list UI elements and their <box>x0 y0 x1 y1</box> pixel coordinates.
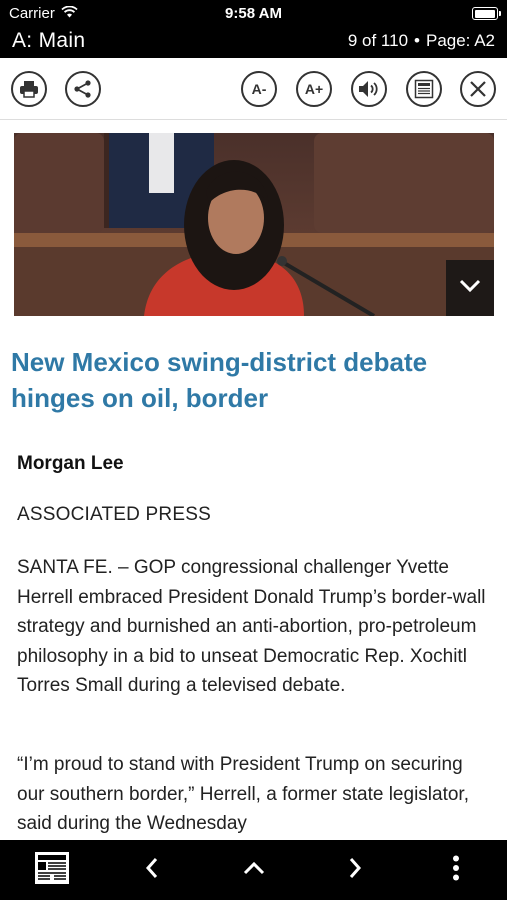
share-icon <box>73 79 93 99</box>
article-paragraph: “I’m proud to stand with President Trump… <box>17 754 469 834</box>
speaker-icon <box>358 80 380 98</box>
status-time: 9:58 AM <box>225 5 282 22</box>
more-vertical-icon <box>452 855 460 886</box>
page-info: 9 of 110 • Page: A2 <box>348 31 495 51</box>
section-header: A: Main 9 of 110 • Page: A2 <box>0 28 507 58</box>
article-position: 9 of 110 <box>347 31 409 50</box>
font-increase-button[interactable]: A+ <box>296 71 332 107</box>
chevron-left-icon <box>145 857 159 884</box>
section-title[interactable]: A: Main <box>12 29 85 53</box>
close-icon <box>469 80 487 98</box>
article-content[interactable]: New Mexico swing-district debate hinges … <box>0 120 507 840</box>
printer-icon <box>19 80 39 98</box>
up-button[interactable] <box>234 850 274 890</box>
chevron-up-icon <box>243 861 265 880</box>
bottom-nav-bar <box>0 840 507 900</box>
newspaper-page-icon <box>414 79 434 99</box>
chevron-down-icon <box>459 279 481 298</box>
photo-image <box>14 133 494 316</box>
article-toolbar: A- A+ <box>0 58 507 120</box>
audio-button[interactable] <box>351 71 387 107</box>
article-agency: ASSOCIATED PRESS <box>17 504 211 525</box>
share-button[interactable] <box>65 71 101 107</box>
print-button[interactable] <box>11 71 47 107</box>
page-view-button[interactable] <box>406 71 442 107</box>
font-decrease-button[interactable]: A- <box>241 71 277 107</box>
more-options-button[interactable] <box>436 850 476 890</box>
photo-expand-button[interactable] <box>446 260 494 316</box>
chevron-right-icon <box>348 857 362 884</box>
next-article-button[interactable] <box>335 850 375 890</box>
previous-article-button[interactable] <box>132 850 172 890</box>
page-thumbnails-button[interactable] <box>32 850 72 890</box>
article-author: Morgan Lee <box>17 453 124 474</box>
battery-icon <box>472 7 501 20</box>
article-headline: New Mexico swing-district debate hinges … <box>11 347 428 413</box>
separator-dot: • <box>414 31 420 50</box>
page-label: Page: A2 <box>425 31 495 50</box>
close-button[interactable] <box>460 71 496 107</box>
battery-level <box>474 9 495 18</box>
article-photo[interactable] <box>14 133 494 316</box>
page-thumbnails-icon <box>34 851 70 890</box>
article-paragraph: SANTA FE. – GOP congressional challenger… <box>17 557 486 696</box>
status-bar: Carrier 9:58 AM <box>0 0 507 28</box>
